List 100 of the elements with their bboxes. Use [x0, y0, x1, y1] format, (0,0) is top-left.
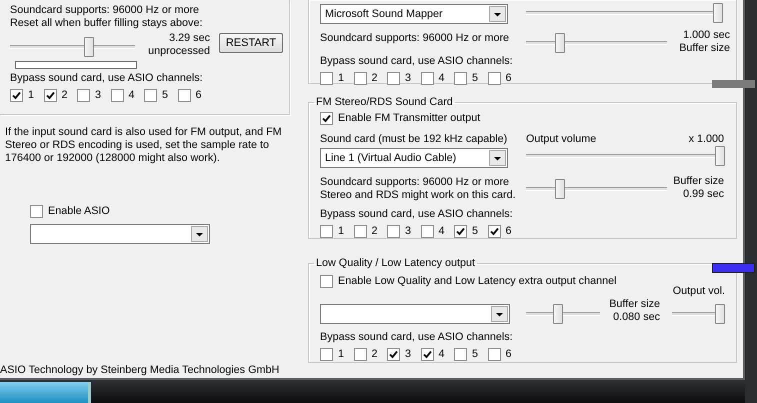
- checkbox[interactable]: [320, 112, 333, 125]
- channel-label: 5: [162, 89, 168, 102]
- channel-label: 2: [372, 72, 378, 85]
- checkbox[interactable]: [454, 225, 467, 238]
- channel-label: 3: [405, 72, 412, 85]
- slider-thumb[interactable]: [554, 179, 565, 199]
- channel-label: 1: [338, 72, 344, 85]
- channel-label: 5: [472, 225, 478, 238]
- value-text: x 1.000: [688, 133, 724, 146]
- readout-text: 0.080 sec: [613, 311, 660, 324]
- slider[interactable]: [526, 146, 725, 166]
- label-text: Output volume: [526, 133, 596, 146]
- label-text: Soundcard supports: 96000 Hz or more: [320, 176, 510, 189]
- restart-button[interactable]: RESTART: [219, 33, 283, 53]
- checkbox-label: Enable ASIO: [48, 205, 110, 218]
- checkbox[interactable]: [387, 348, 400, 361]
- group-title: FM Stereo/RDS Sound Card: [315, 96, 454, 108]
- checkbox-label: Enable FM Transmitter output: [338, 112, 480, 125]
- checkbox[interactable]: [320, 275, 333, 288]
- checkbox[interactable]: [320, 225, 333, 238]
- channel-label: 4: [438, 72, 445, 85]
- channel-label: 6: [506, 348, 512, 361]
- checkbox[interactable]: [420, 348, 434, 361]
- dropdown[interactable]: Line 1 (Virtual Audio Cable): [320, 148, 508, 168]
- slider-thumb[interactable]: [552, 304, 563, 324]
- checkbox[interactable]: [488, 72, 500, 85]
- checkbox[interactable]: [44, 89, 56, 102]
- checkbox-label: Enable Low Quality and Low Latency extra output channel: [338, 275, 617, 288]
- checkbox[interactable]: [387, 72, 400, 85]
- readout-text: 0.99 sec: [683, 188, 724, 201]
- meter-bar: [712, 80, 755, 88]
- channel-label: 1: [28, 89, 34, 102]
- channel-label: 4: [128, 89, 135, 102]
- slider-thumb[interactable]: [84, 37, 94, 57]
- checkbox[interactable]: [30, 205, 43, 218]
- readout-text: Buffer size: [673, 175, 724, 188]
- dropdown[interactable]: [320, 304, 510, 324]
- checkbox[interactable]: [354, 72, 366, 85]
- checkbox[interactable]: [320, 72, 333, 85]
- checkbox[interactable]: [420, 225, 434, 238]
- label-text: Sound card (must be 192 kHz capable): [320, 133, 508, 146]
- readout-text: 1.000 sec: [683, 29, 730, 42]
- slider-thumb[interactable]: [554, 33, 565, 53]
- note-text: Stereo and RDS might work on this card.: [320, 189, 517, 202]
- channel-label: 3: [405, 348, 412, 361]
- channel-label: 3: [95, 89, 102, 102]
- footer-text: ASIO Technology by Steinberg Media Technologies GmbH: [0, 364, 280, 377]
- channel-label: 2: [372, 348, 378, 361]
- checkbox[interactable]: [110, 89, 124, 102]
- slider-thumb[interactable]: [715, 304, 725, 324]
- readout-text: Buffer size: [679, 42, 730, 55]
- checkbox[interactable]: [454, 72, 467, 85]
- checkbox[interactable]: [10, 89, 23, 102]
- channel-label: 6: [196, 89, 202, 102]
- readout-text: Buffer size: [609, 298, 660, 311]
- label-text: Soundcard supports: 96000 Hz or more: [10, 4, 200, 17]
- text-field[interactable]: [15, 61, 137, 69]
- dropdown[interactable]: Microsoft Sound Mapper: [320, 4, 508, 24]
- note-text: If the input sound card is also used for FM output, and FM Stereo or RDS encoding is used, set the sample rate to 176400 or 192000 (128000 might also work).: [5, 126, 283, 165]
- readout-text: 3.29 sec: [169, 32, 210, 45]
- checkbox[interactable]: [488, 225, 500, 238]
- slider-thumb[interactable]: [713, 3, 723, 23]
- dropdown[interactable]: [30, 224, 210, 244]
- channel-label: 4: [438, 348, 445, 361]
- label-text: Bypass sound card, use ASIO channels:: [10, 72, 204, 85]
- channel-label: 6: [506, 72, 512, 85]
- checkbox[interactable]: [387, 225, 400, 238]
- group-title: Low Quality / Low Latency output: [315, 257, 476, 269]
- channel-label: 2: [62, 89, 68, 102]
- channel-label: 5: [472, 348, 478, 361]
- checkbox[interactable]: [320, 348, 333, 361]
- channel-label: 1: [338, 348, 344, 361]
- checkbox[interactable]: [77, 89, 90, 102]
- label-text: Bypass sound card, use ASIO channels:: [320, 331, 514, 344]
- taskbar-button[interactable]: [0, 382, 91, 403]
- channel-label: 4: [438, 225, 445, 238]
- meter-bar: [712, 263, 755, 273]
- slider[interactable]: [526, 33, 667, 53]
- label-text: Bypass sound card, use ASIO channels:: [320, 208, 514, 221]
- slider[interactable]: [526, 304, 600, 324]
- slider[interactable]: [526, 179, 667, 199]
- label-text: Output vol.: [672, 285, 725, 298]
- channel-label: 1: [338, 225, 344, 238]
- checkbox[interactable]: [178, 89, 190, 102]
- checkbox[interactable]: [354, 225, 366, 238]
- readout-text: unprocessed: [148, 45, 210, 58]
- channel-label: 3: [405, 225, 412, 238]
- slider[interactable]: [10, 37, 135, 57]
- slider[interactable]: [672, 304, 725, 324]
- slider[interactable]: [526, 3, 723, 23]
- label-text: Bypass sound card, use ASIO channels:: [320, 55, 514, 68]
- checkbox[interactable]: [454, 348, 467, 361]
- channel-label: 2: [372, 225, 378, 238]
- slider-thumb[interactable]: [715, 146, 725, 166]
- checkbox[interactable]: [144, 89, 157, 102]
- label-text: Reset all when buffer filling stays above:: [10, 17, 204, 30]
- checkbox[interactable]: [488, 348, 500, 361]
- label-text: Soundcard supports: 96000 Hz or more: [320, 32, 510, 44]
- checkbox[interactable]: [420, 72, 434, 85]
- checkbox[interactable]: [354, 348, 366, 361]
